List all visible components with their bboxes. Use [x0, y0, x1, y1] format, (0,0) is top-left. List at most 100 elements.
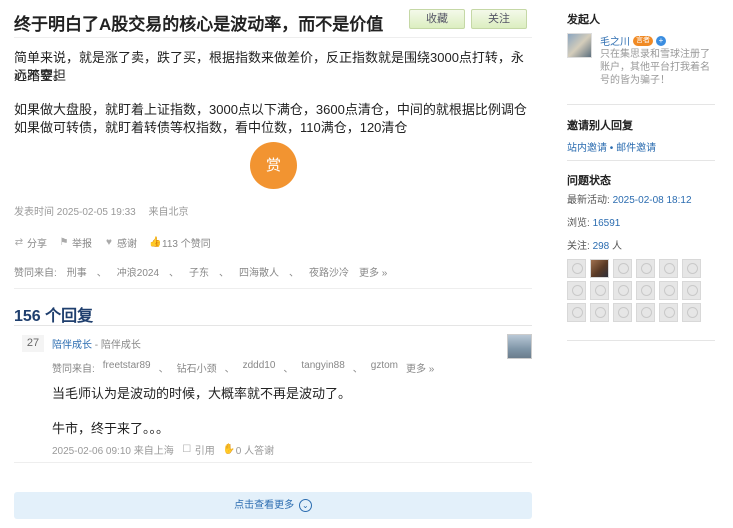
reply-author-link[interactable]: 陪伴成长 — [52, 340, 92, 351]
liker-link[interactable]: freetstar89 — [103, 360, 151, 375]
follower-avatar[interactable] — [590, 303, 609, 322]
load-more-button[interactable]: 点击查看更多 ⌄ — [14, 492, 532, 519]
liker-link[interactable]: 刑事 — [67, 264, 87, 279]
quote-button[interactable]: ☐ 引用 — [182, 442, 215, 457]
initiator-description: 只在集思录和雪球注册了账户，其他平台打我着名号的皆为骗子！ — [600, 49, 710, 86]
post-time: 发表时间 2025-02-05 19:33 — [14, 207, 136, 218]
follower-avatar[interactable] — [659, 259, 678, 278]
follower-avatar[interactable] — [567, 281, 586, 300]
separator: • — [609, 143, 614, 154]
reply-vote-count[interactable]: 27 — [22, 335, 44, 352]
views-stat: 浏览: 16591 — [567, 214, 620, 229]
question-body-line: 如果做大盘股，就盯着上证指数，3000点以下满仓，3600点清仓，中间的就根据比… — [14, 102, 527, 117]
separator: 、 — [219, 268, 230, 279]
initiator-name-link[interactable]: 毛之川 — [600, 33, 630, 48]
reply-likers-list: 赞同来自: freetstar89 、 钻石小颈 、 zddd10 、 tang… — [52, 360, 434, 375]
divider — [14, 325, 532, 326]
likers-more-link[interactable]: 更多 » — [406, 360, 434, 375]
like-button[interactable]: 👍 113 个赞同 — [149, 235, 211, 250]
site-invite-link[interactable]: 站内邀请 — [567, 143, 607, 154]
liker-link[interactable]: 冲浪2024 — [117, 264, 159, 279]
follower-avatar[interactable] — [682, 259, 701, 278]
liker-link[interactable]: 夜路沙冷 — [309, 264, 349, 279]
question-body-line: 如果做可转债，就盯着转债等权指数，看中位数，110满仓，120清仓 — [14, 120, 408, 135]
separator: 、 — [169, 268, 180, 279]
follower-avatar[interactable] — [682, 281, 701, 300]
question-body-line: 心踏空。 — [14, 68, 67, 83]
liker-link[interactable]: tangyin88 — [301, 360, 344, 375]
share-button[interactable]: ⇄ 分享 — [14, 235, 47, 250]
reply-avatar[interactable] — [507, 334, 532, 359]
like-count: 113 个赞同 — [162, 239, 211, 250]
liker-link[interactable]: zddd10 — [243, 360, 276, 375]
follower-avatar[interactable] — [636, 303, 655, 322]
quote-label: 引用 — [194, 446, 215, 457]
follower-avatar[interactable] — [613, 303, 632, 322]
separator: 、 — [289, 268, 300, 279]
share-icon: ⇄ — [14, 237, 24, 248]
likers-label: 赞同来自: — [14, 268, 57, 279]
follow-stat-value: 298 — [592, 241, 610, 252]
separator: 、 — [283, 364, 294, 375]
reply-text-line: 牛市，终于来了。。。 — [52, 421, 170, 436]
followers-grid — [567, 259, 707, 322]
report-button[interactable]: ⚑ 举报 — [59, 235, 92, 250]
liker-link[interactable]: gztom — [371, 360, 398, 375]
separator: 、 — [158, 364, 169, 375]
initiator-avatar[interactable] — [567, 33, 592, 58]
load-more-label: 点击查看更多 — [234, 500, 295, 511]
post-meta: 发表时间 2025-02-05 19:33 来自北京 — [14, 203, 199, 218]
latest-activity-value: 2025-02-08 18:12 — [612, 195, 692, 206]
likers-more-link[interactable]: 更多 » — [359, 264, 387, 279]
reply-author-signature: - 陪伴成长 — [94, 340, 141, 351]
invite-heading: 邀请别人回复 — [567, 120, 633, 132]
separator: 、 — [352, 364, 363, 375]
heart-icon: ♥ — [106, 237, 112, 248]
reward-button[interactable]: 赏 — [250, 142, 297, 189]
collect-button[interactable]: 收藏 — [409, 9, 465, 29]
follower-avatar[interactable] — [613, 281, 632, 300]
answer-thanks-button[interactable]: ✋ 0 人答谢 — [223, 442, 274, 457]
follow-stat-unit: 人 — [612, 241, 623, 252]
divider — [14, 37, 532, 38]
follower-avatar[interactable] — [613, 259, 632, 278]
email-invite-link[interactable]: 邮件邀请 — [616, 143, 656, 154]
divider — [567, 160, 715, 161]
chevron-down-icon: ⌄ — [298, 498, 312, 512]
reply-meta: 2025-02-06 09:10 来自上海 ☐ 引用 ✋ 0 人答谢 — [52, 442, 274, 457]
liker-link[interactable]: 子东 — [189, 264, 209, 279]
verified-icon: + — [656, 35, 666, 46]
initiator-heading: 发起人 — [567, 14, 600, 26]
thumbs-up-icon: 👍 — [149, 237, 162, 248]
follower-avatar[interactable] — [590, 259, 609, 278]
follow-button[interactable]: 关注 — [471, 9, 527, 29]
likers-list: 赞同来自: 刑事 、 冲浪2024 、 子东 、 四海散人 、 夜路沙冷 更多 … — [14, 264, 387, 279]
liker-link[interactable]: 四海散人 — [239, 264, 279, 279]
follower-avatar[interactable] — [659, 281, 678, 300]
follower-avatar[interactable] — [659, 303, 678, 322]
latest-activity: 最新活动: 2025-02-08 18:12 — [567, 191, 692, 206]
thanks-label: 感谢 — [117, 239, 137, 250]
initiator-badge: 言者 — [633, 35, 653, 46]
thanks-hand-icon: ✋ — [222, 444, 236, 455]
follower-avatar[interactable] — [590, 281, 609, 300]
reply-text-line: 当毛师认为是波动的时候，大概率就不再是波动了。 — [52, 386, 352, 401]
follower-avatar[interactable] — [636, 259, 655, 278]
views-label: 浏览: — [567, 218, 590, 229]
flag-icon: ⚑ — [59, 237, 69, 248]
divider — [14, 462, 532, 463]
invite-links: 站内邀请 • 邮件邀请 — [567, 139, 656, 154]
separator: 、 — [224, 364, 235, 375]
initiator-name-row: 毛之川 言者 + — [600, 33, 666, 48]
separator: 、 — [96, 268, 107, 279]
follower-avatar[interactable] — [567, 303, 586, 322]
follow-stat: 关注: 298 人 — [567, 237, 622, 252]
reply-time: 2025-02-06 09:10 来自上海 — [52, 446, 174, 457]
thanks-button[interactable]: ♥ 感谢 — [104, 235, 137, 250]
liker-link[interactable]: 钻石小颈 — [177, 360, 217, 375]
answer-thanks-count: 0 人答谢 — [235, 446, 275, 457]
page-title: 终于明白了A股交易的核心是波动率，而不是价值 — [14, 15, 384, 34]
follower-avatar[interactable] — [636, 281, 655, 300]
follower-avatar[interactable] — [682, 303, 701, 322]
follower-avatar[interactable] — [567, 259, 586, 278]
